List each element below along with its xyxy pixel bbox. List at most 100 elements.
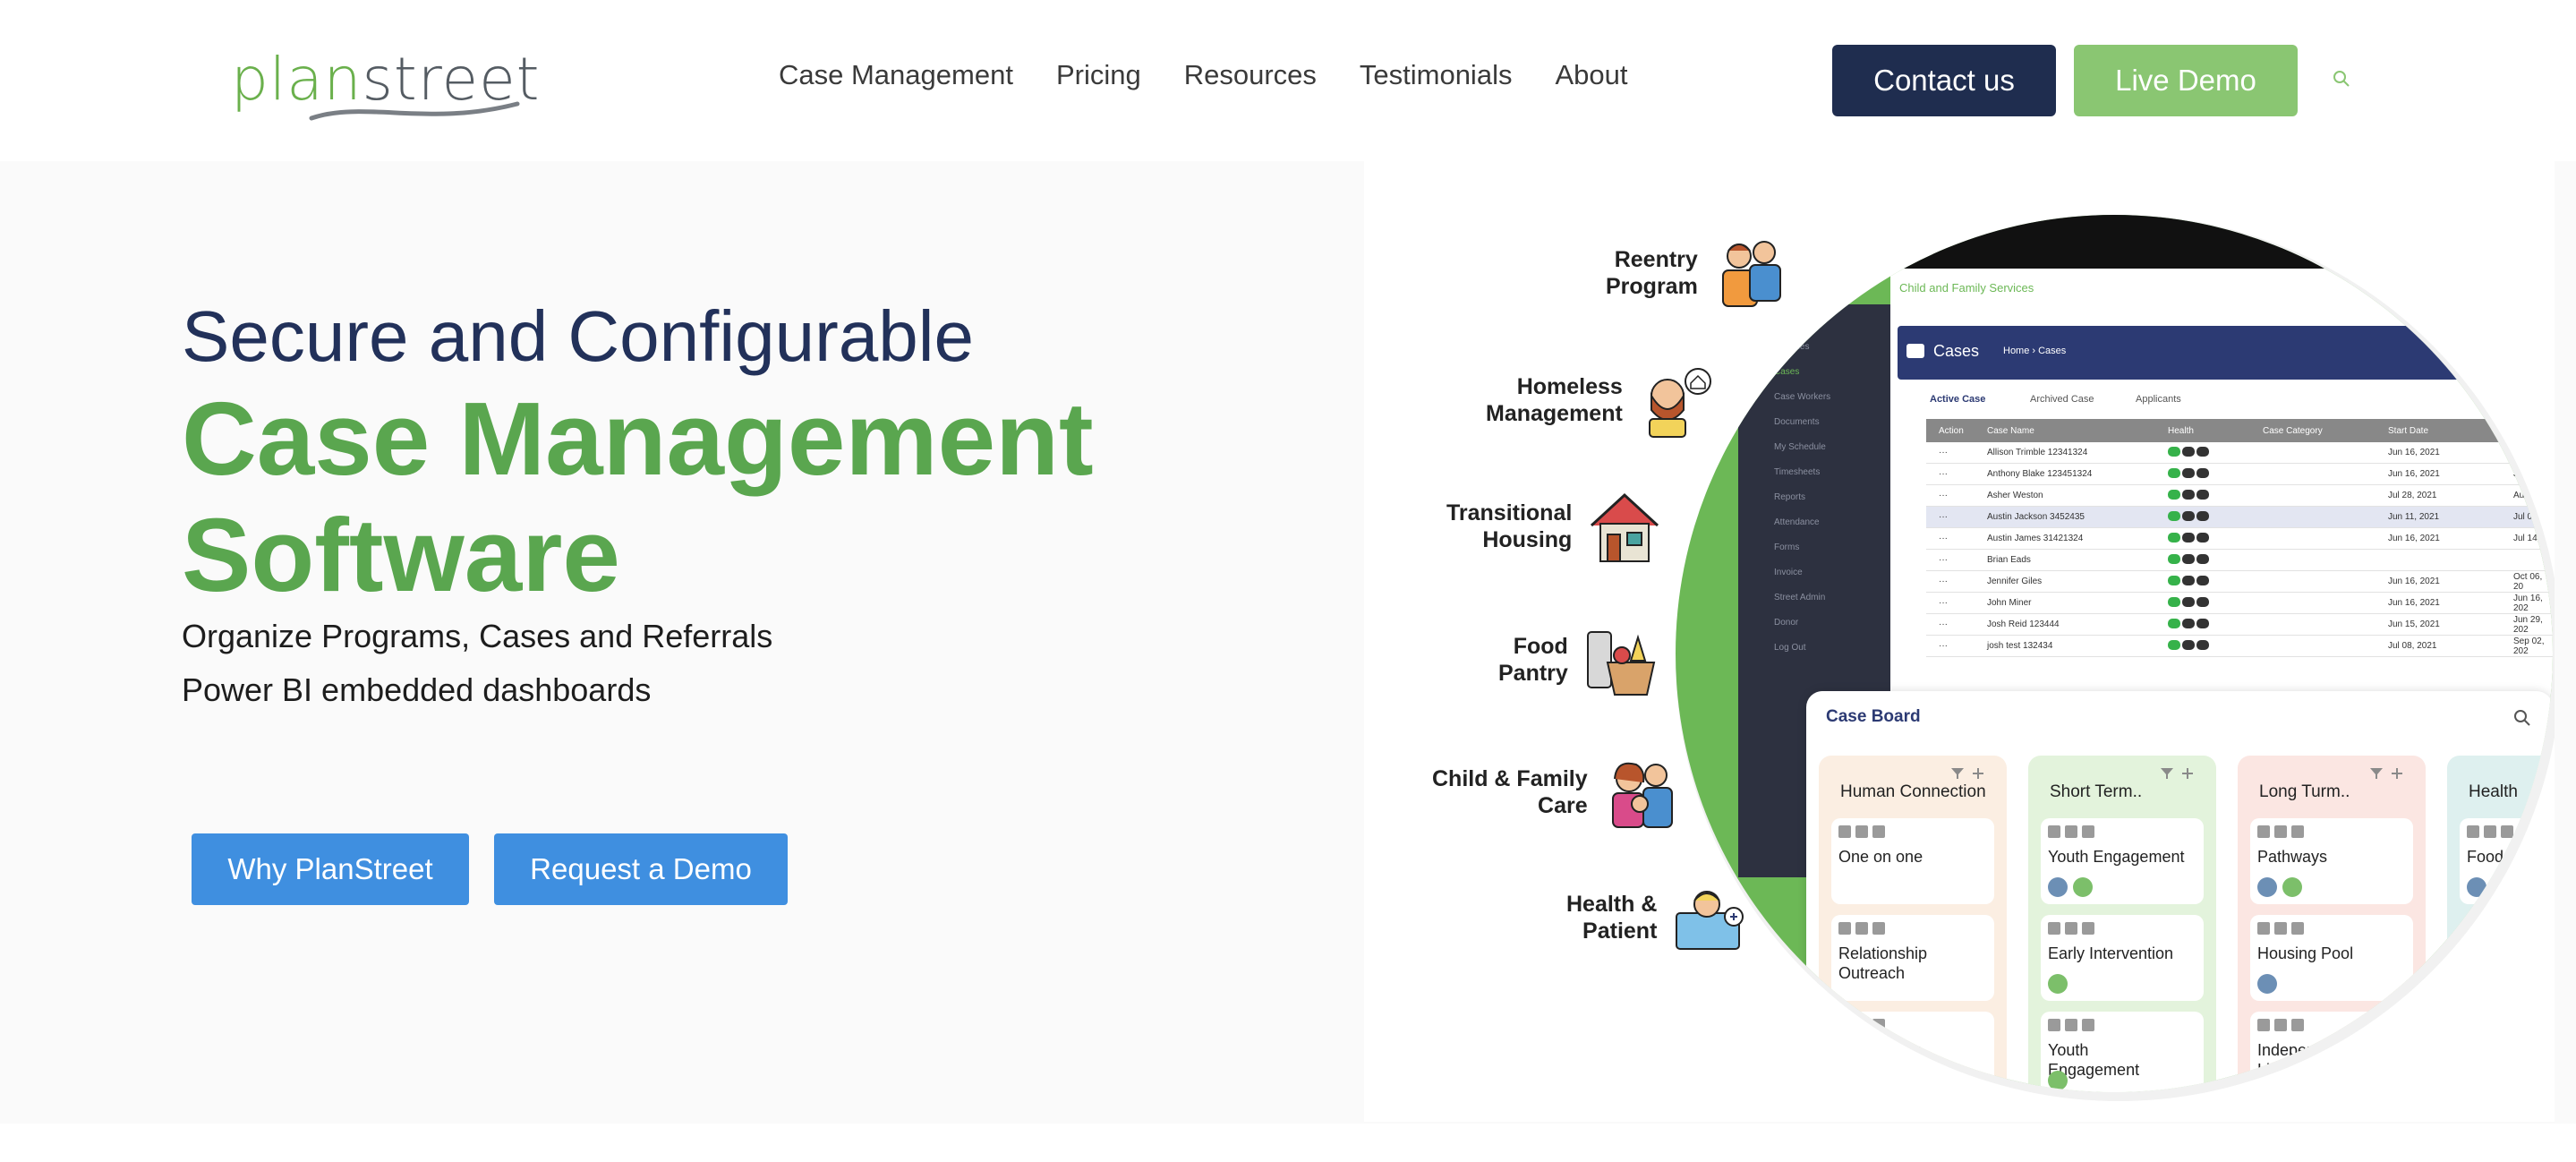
tag-dot	[2257, 974, 2277, 994]
filter-add-icon[interactable]	[2159, 765, 2195, 782]
board-column: Human Connection One on one Relationship Ou…	[1819, 756, 2007, 1092]
table-row[interactable]: ··· Austin James 31421324 Jun 16, 2021 Jul …	[1926, 528, 2553, 550]
tab-archived-case[interactable]: Archived Case	[2030, 394, 2094, 405]
end-date: Ju	[2513, 469, 2523, 479]
row-action-menu[interactable]: ···	[1926, 512, 1983, 522]
table-row[interactable]: ··· Anthony Blake 123451324 Jun 16, 2021 Ju	[1926, 464, 2553, 485]
board-column: Long Turm.. Pathways Housing Pool Independe…	[2238, 756, 2426, 1092]
table-row[interactable]: ··· Allison Trimble 12341324 Jun 16, 2021	[1926, 442, 2553, 464]
sidebar-item[interactable]: Invoice	[1774, 568, 1803, 577]
card-dots	[2257, 974, 2277, 994]
table-row[interactable]: ··· Jennifer Giles Jun 16, 2021 Oct 06, 20	[1926, 571, 2553, 593]
board-card[interactable]: Independent Living	[2250, 1012, 2413, 1092]
contact-us-button[interactable]: Contact us	[1832, 45, 2056, 116]
tab-applicants[interactable]: Applicants	[2136, 394, 2181, 405]
section-title: Child and Family Services	[1899, 281, 2034, 295]
breadcrumb[interactable]: Home › Cases	[2003, 346, 2066, 356]
board-column: Health Food	[2447, 756, 2553, 1092]
board-card[interactable]: Relationship Outreach	[1831, 915, 1994, 1001]
board-card[interactable]: Youth Engagement	[2041, 1012, 2204, 1092]
sidebar-item[interactable]: Portfolio	[1774, 317, 1807, 327]
sidebar-item[interactable]: Documents	[1774, 417, 1820, 427]
filter-add-icon[interactable]	[2368, 765, 2404, 782]
row-action-menu[interactable]: ···	[1926, 641, 1983, 651]
board-column-title: Health	[2469, 782, 2518, 801]
sidebar-item[interactable]: Timesheets	[1774, 467, 1820, 477]
case-name: Austin James 31421324	[1987, 534, 2084, 543]
sidebar-item[interactable]: Attendance	[1774, 517, 1820, 527]
row-action-menu[interactable]: ···	[1926, 619, 1983, 629]
live-demo-button[interactable]: Live Demo	[2074, 45, 2298, 116]
nav-testimonials[interactable]: Testimonials	[1360, 59, 1513, 91]
card-tags	[2257, 1019, 2304, 1031]
board-card[interactable]: Youth Engagement	[2041, 818, 2204, 904]
tab-active-case[interactable]: Active Case	[1930, 394, 1985, 405]
case-name: Josh Reid 123444	[1987, 619, 2060, 629]
tag-dot	[2048, 974, 2068, 994]
row-action-menu[interactable]: ···	[1926, 469, 1983, 479]
row-action-menu[interactable]: ···	[1926, 555, 1983, 565]
health-indicator	[2168, 510, 2263, 524]
case-tabs: Active Case Archived Case Applicants	[1926, 389, 2544, 412]
food-basket-icon	[1586, 631, 1656, 696]
sidebar-item[interactable]: Forms	[1774, 543, 1799, 552]
table-body: ··· Allison Trimble 12341324 Jun 16, 2021 ·…	[1926, 442, 2553, 657]
table-row[interactable]: ··· Asher Weston Jul 28, 2021 Aug	[1926, 485, 2553, 507]
card-title: Pathways	[2257, 848, 2328, 866]
sidebar-item[interactable]: Activities	[1774, 342, 1809, 352]
health-indicator	[2168, 618, 2263, 631]
table-row[interactable]: ··· John Miner Jun 16, 2021 Jun 16, 202	[1926, 593, 2553, 614]
main-nav: Case Management Pricing Resources Testim…	[779, 59, 1627, 91]
health-indicator	[2168, 532, 2263, 545]
card-dots	[2048, 1071, 2068, 1090]
sidebar-item[interactable]: Case Workers	[1774, 392, 1830, 402]
sidebar-item[interactable]: My Schedule	[1774, 442, 1826, 452]
search-icon[interactable]	[2331, 68, 2352, 90]
case-name: Jennifer Giles	[1987, 577, 2043, 586]
row-action-menu[interactable]: ···	[1926, 577, 1983, 586]
briefcase-icon	[1906, 344, 1924, 358]
board-card[interactable]: One on one	[1831, 1012, 1994, 1092]
board-column-title: Long Turm..	[2259, 782, 2350, 801]
board-card[interactable]: Food	[2460, 818, 2553, 904]
board-card[interactable]: Pathways	[2250, 818, 2413, 904]
request-demo-button[interactable]: Request a Demo	[494, 833, 788, 905]
why-planstreet-button[interactable]: Why PlanStreet	[192, 833, 469, 905]
card-title: Relationship Outreach	[1838, 944, 1928, 982]
card-title: Youth Engagement	[2048, 848, 2185, 866]
row-action-menu[interactable]: ···	[1926, 534, 1983, 543]
tag-dot	[2048, 1071, 2068, 1090]
sidebar-item[interactable]: Cases	[1774, 367, 1799, 377]
end-date: Aug	[2513, 491, 2529, 500]
filter-add-icon[interactable]	[1949, 765, 1985, 782]
site-header: planstreet Case Management Pricing Resou…	[0, 0, 2576, 161]
card-dots	[2467, 877, 2486, 897]
table-row[interactable]: ··· Josh Reid 123444 Jun 15, 2021 Jun 29, 2…	[1926, 614, 2553, 636]
start-date: Jun 16, 2021	[2388, 598, 2440, 608]
sidebar-item[interactable]: Donor	[1774, 618, 1798, 628]
table-row[interactable]: ··· Brian Eads	[1926, 550, 2553, 571]
row-action-menu[interactable]: ···	[1926, 598, 1983, 608]
nav-about[interactable]: About	[1555, 59, 1627, 91]
sidebar-item[interactable]: Street Admin	[1774, 593, 1825, 602]
row-action-menu[interactable]: ···	[1926, 448, 1983, 457]
hero-feature-1: Organize Programs, Cases and Referrals	[182, 618, 773, 654]
board-card[interactable]: Housing Pool	[2250, 915, 2413, 1001]
nav-case-management[interactable]: Case Management	[779, 59, 1013, 91]
nav-pricing[interactable]: Pricing	[1056, 59, 1141, 91]
board-column-title: Short Term..	[2050, 782, 2143, 801]
board-card[interactable]: Early Intervention	[2041, 915, 2204, 1001]
board-card[interactable]: One on one	[1831, 818, 1994, 904]
table-row[interactable]: ··· josh test 132434 Jul 08, 2021 Sep 02, 2…	[1926, 636, 2553, 657]
table-row[interactable]: ··· Austin Jackson 3452435 Jun 11, 2021 Jul…	[1926, 507, 2553, 528]
nav-resources[interactable]: Resources	[1184, 59, 1317, 91]
search-icon[interactable]	[2512, 707, 2533, 729]
tag-dot	[2257, 877, 2277, 897]
row-action-menu[interactable]: ···	[1926, 491, 1983, 500]
hero-title-line2: Software	[182, 497, 620, 613]
sidebar-item[interactable]: Log Out	[1774, 643, 1806, 653]
start-date: Jun 16, 2021	[2388, 534, 2440, 543]
sidebar-item[interactable]: Reports	[1774, 492, 1805, 502]
product-visual: Reentry Program Homeless Management Transi…	[1364, 161, 2555, 1122]
planstreet-logo[interactable]: planstreet	[231, 45, 540, 125]
